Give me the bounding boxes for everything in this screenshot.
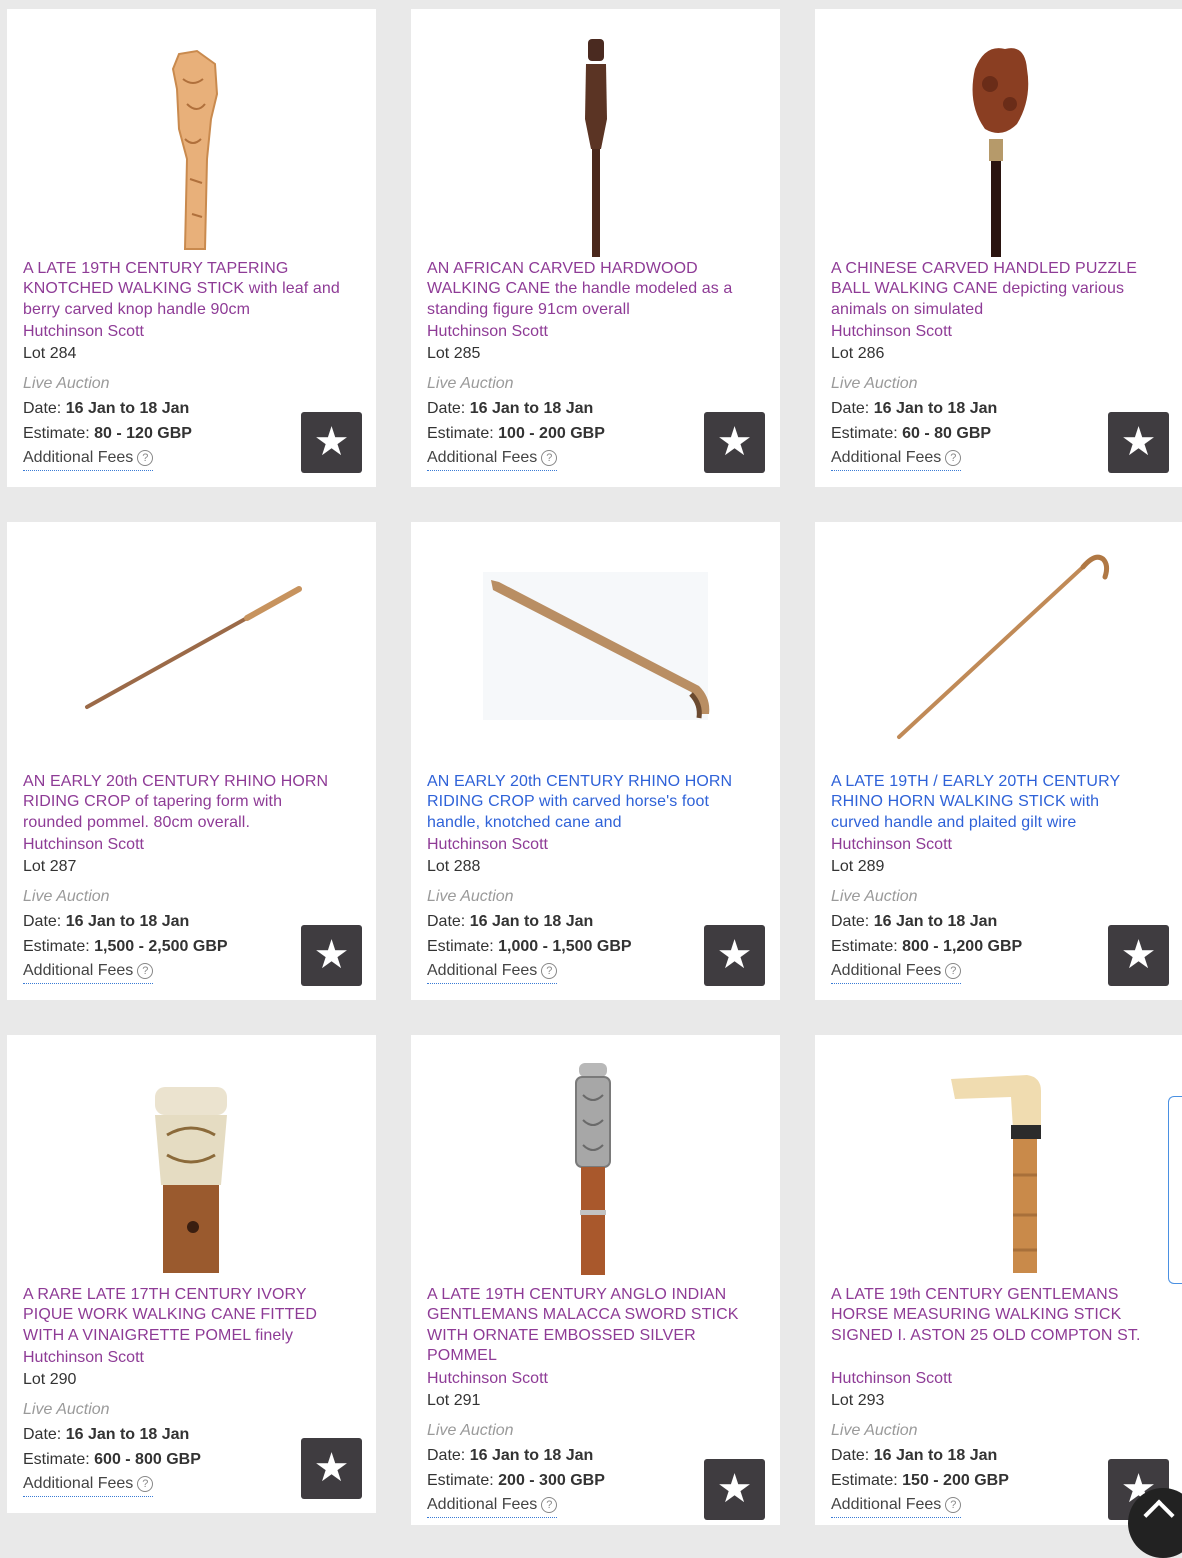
lot-title[interactable]: A CHINESE CARVED HANDLED PUZZLE BALL WAL… [831, 259, 1151, 320]
watch-star-button[interactable]: ★ [301, 412, 362, 473]
lot-card[interactable]: A LATE 19TH / EARLY 20TH CENTURY RHINO H… [815, 522, 1182, 1000]
lot-title[interactable]: A RARE LATE 17TH CENTURY IVORY PIQUE WOR… [23, 1285, 343, 1346]
lot-title[interactable]: A LATE 19th CENTURY GENTLEMANS HORSE MEA… [831, 1285, 1151, 1346]
auction-type: Live Auction [23, 375, 110, 392]
lot-image[interactable] [7, 9, 376, 259]
lot-card[interactable]: AN AFRICAN CARVED HARDWOOD WALKING CANE … [411, 9, 780, 487]
lot-number: Lot 285 [427, 345, 481, 362]
auction-house[interactable]: Hutchinson Scott [427, 321, 757, 343]
lot-image[interactable] [7, 522, 376, 772]
lot-image[interactable] [411, 1035, 780, 1285]
help-icon[interactable]: ? [541, 1497, 558, 1513]
lot-number: Lot 284 [23, 345, 77, 362]
watch-star-button[interactable]: ★ [704, 412, 765, 473]
additional-fees-link[interactable]: Additional Fees? [427, 446, 558, 471]
auction-house[interactable]: Hutchinson Scott [23, 834, 353, 856]
help-icon[interactable]: ? [137, 450, 154, 466]
auction-type: Live Auction [427, 888, 514, 905]
lot-card[interactable]: A RARE LATE 17TH CENTURY IVORY PIQUE WOR… [7, 1035, 376, 1513]
lot-card[interactable]: A LATE 19TH CENTURY ANGLO INDIAN GENTLEM… [411, 1035, 780, 1525]
side-feedback-tab[interactable] [1168, 1096, 1182, 1284]
lot-image[interactable] [815, 9, 1182, 259]
auction-house[interactable]: Hutchinson Scott [831, 834, 1161, 856]
lot-image[interactable] [411, 522, 780, 772]
watch-star-button[interactable]: ★ [704, 1459, 765, 1520]
lot-image[interactable] [411, 9, 780, 259]
lot-title[interactable]: A LATE 19TH CENTURY TAPERING KNOTCHED WA… [23, 259, 343, 320]
lot-card[interactable]: AN EARLY 20th CENTURY RHINO HORN RIDING … [411, 522, 780, 1000]
lot-card[interactable]: A LATE 19th CENTURY GENTLEMANS HORSE MEA… [815, 1035, 1182, 1525]
auction-type: Live Auction [831, 375, 918, 392]
lot-number: Lot 288 [427, 858, 481, 875]
additional-fees-link[interactable]: Additional Fees? [23, 1472, 154, 1497]
auction-type: Live Auction [23, 888, 110, 905]
watch-star-button[interactable]: ★ [301, 1438, 362, 1499]
lot-title[interactable]: AN EARLY 20th CENTURY RHINO HORN RIDING … [23, 772, 343, 833]
lot-number: Lot 291 [427, 1392, 481, 1409]
auction-type: Live Auction [427, 1422, 514, 1439]
auction-type: Live Auction [831, 1422, 918, 1439]
watch-star-button[interactable]: ★ [1108, 925, 1169, 986]
additional-fees-link[interactable]: Additional Fees? [427, 1493, 558, 1518]
auction-house[interactable]: Hutchinson Scott [427, 1368, 757, 1390]
auction-type: Live Auction [831, 888, 918, 905]
lot-number: Lot 290 [23, 1371, 77, 1388]
help-icon[interactable]: ? [541, 450, 558, 466]
lot-number: Lot 293 [831, 1392, 885, 1409]
help-icon[interactable]: ? [945, 1497, 962, 1513]
watch-star-button[interactable]: ★ [704, 925, 765, 986]
lot-image[interactable] [815, 522, 1182, 772]
auction-house[interactable]: Hutchinson Scott [23, 1347, 353, 1369]
lot-number: Lot 287 [23, 858, 77, 875]
watch-star-button[interactable]: ★ [1108, 412, 1169, 473]
lot-card[interactable]: A CHINESE CARVED HANDLED PUZZLE BALL WAL… [815, 9, 1182, 487]
auction-house[interactable]: Hutchinson Scott [831, 1368, 1161, 1390]
watch-star-button[interactable]: ★ [301, 925, 362, 986]
additional-fees-link[interactable]: Additional Fees? [831, 446, 962, 471]
help-icon[interactable]: ? [541, 963, 558, 979]
auction-house[interactable]: Hutchinson Scott [23, 321, 353, 343]
scroll-to-top-button[interactable] [1128, 1488, 1182, 1558]
additional-fees-link[interactable]: Additional Fees? [427, 959, 558, 984]
auction-type: Live Auction [23, 1401, 110, 1418]
additional-fees-link[interactable]: Additional Fees? [23, 959, 154, 984]
auction-house[interactable]: Hutchinson Scott [831, 321, 1161, 343]
help-icon[interactable]: ? [137, 963, 154, 979]
lot-title[interactable]: A LATE 19TH / EARLY 20TH CENTURY RHINO H… [831, 772, 1151, 833]
lot-card[interactable]: AN EARLY 20th CENTURY RHINO HORN RIDING … [7, 522, 376, 1000]
additional-fees-link[interactable]: Additional Fees? [23, 446, 154, 471]
additional-fees-link[interactable]: Additional Fees? [831, 1493, 962, 1518]
help-icon[interactable]: ? [945, 963, 962, 979]
lot-card[interactable]: A LATE 19TH CENTURY TAPERING KNOTCHED WA… [7, 9, 376, 487]
lot-image[interactable] [7, 1035, 376, 1285]
help-icon[interactable]: ? [137, 1476, 154, 1492]
lot-number: Lot 286 [831, 345, 885, 362]
auction-type: Live Auction [427, 375, 514, 392]
lot-title[interactable]: AN AFRICAN CARVED HARDWOOD WALKING CANE … [427, 259, 747, 320]
auction-house[interactable]: Hutchinson Scott [427, 834, 757, 856]
lot-number: Lot 289 [831, 858, 885, 875]
lot-title[interactable]: AN EARLY 20th CENTURY RHINO HORN RIDING … [427, 772, 747, 833]
additional-fees-link[interactable]: Additional Fees? [831, 959, 962, 984]
help-icon[interactable]: ? [945, 450, 962, 466]
lot-image[interactable] [815, 1035, 1182, 1285]
lot-title[interactable]: A LATE 19TH CENTURY ANGLO INDIAN GENTLEM… [427, 1285, 747, 1366]
